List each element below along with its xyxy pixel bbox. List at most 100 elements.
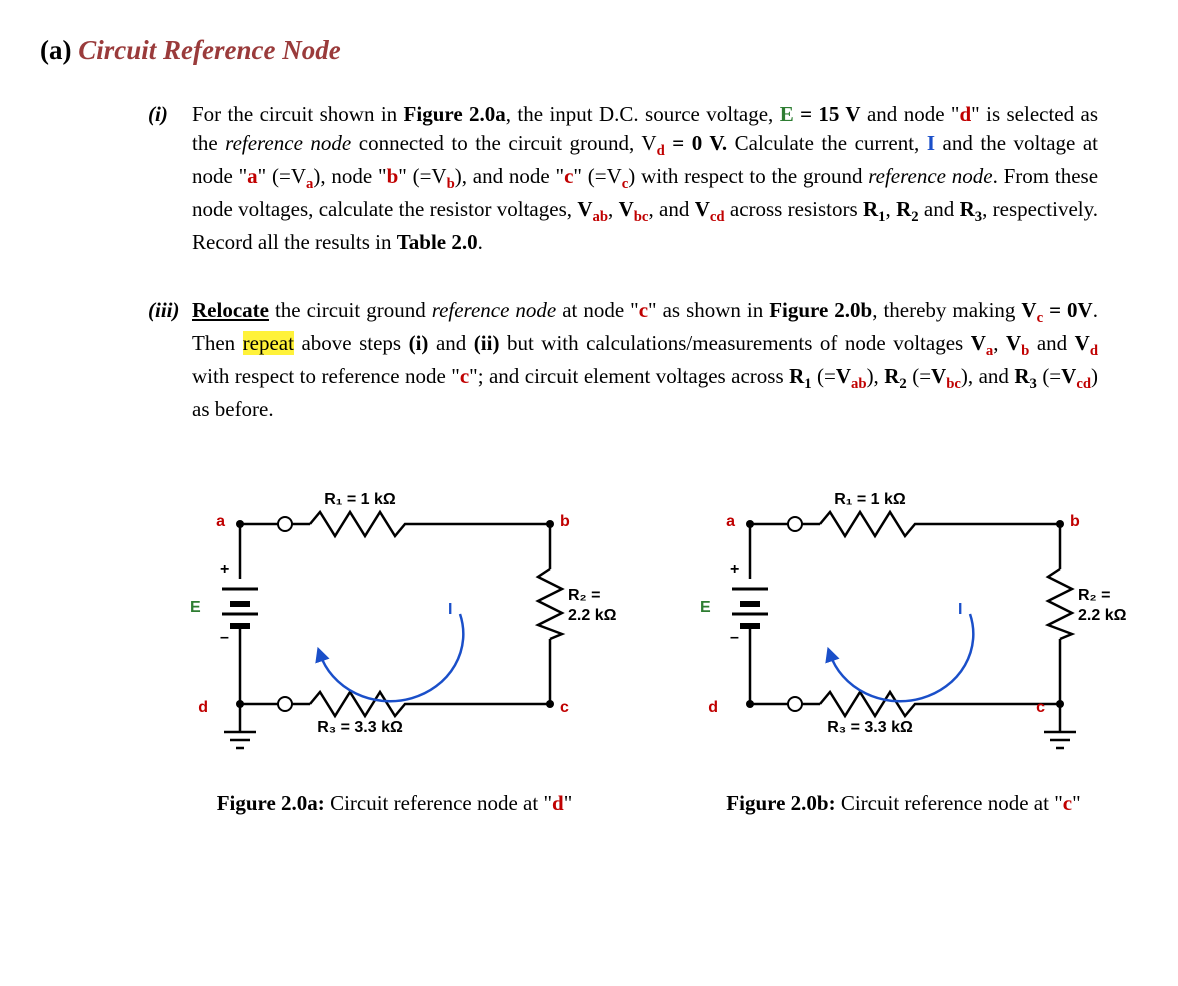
section-title: (a) Circuit Reference Node xyxy=(40,32,1138,68)
node-label-d: d xyxy=(198,699,208,716)
var-V: V xyxy=(931,364,946,388)
text: and xyxy=(1029,331,1074,355)
caption-text: " xyxy=(564,791,573,815)
figure-ref: Figure 2.0a xyxy=(404,102,506,126)
sub-2: 2 xyxy=(911,209,918,225)
text: ), and node " xyxy=(455,164,564,188)
node-d: d xyxy=(959,102,971,126)
captions-row: Figure 2.0a: Circuit reference node at "… xyxy=(160,789,1138,817)
var-V: V xyxy=(1075,331,1090,355)
ref-node-term: reference node xyxy=(868,164,992,188)
minus-sign: – xyxy=(220,629,229,646)
var-V: V xyxy=(1021,298,1036,322)
circuit-diagram-b: a b c d R₁ = 1 kΩ R₂ = 2.2 kΩ R₃ = 3.3 k… xyxy=(670,464,1140,764)
node-label-b: b xyxy=(1070,513,1080,530)
sub-cd: cd xyxy=(1076,376,1091,392)
r1-label: R₁ = 1 kΩ xyxy=(324,491,396,508)
caption-text: Circuit reference node at " xyxy=(325,791,552,815)
text: " (=V xyxy=(258,164,306,188)
current-label: I xyxy=(448,601,452,618)
node-c: c xyxy=(564,164,573,188)
figure-a-caption: Figure 2.0a: Circuit reference node at "… xyxy=(160,789,629,817)
current-label: I xyxy=(958,601,962,618)
text: , xyxy=(608,197,619,221)
text: ), xyxy=(867,364,885,388)
text: and xyxy=(428,331,473,355)
var-E-value: = 15 V xyxy=(794,102,861,126)
r3-label: R₃ = 3.3 kΩ xyxy=(317,719,403,736)
text: , and xyxy=(648,197,694,221)
r1-label: R₁ = 1 kΩ xyxy=(834,491,906,508)
sub-2: 2 xyxy=(899,376,906,392)
text: Calculate the current, xyxy=(727,131,927,155)
r3-label: R₃ = 3.3 kΩ xyxy=(827,719,913,736)
figure-ref: Figure 2.0b xyxy=(769,298,872,322)
para-iii-number: (iii) xyxy=(148,296,192,324)
var-Vc-value: = 0V xyxy=(1043,298,1093,322)
relocate-word: Relocate xyxy=(192,298,269,322)
paragraph-iii: (iii) Relocate the circuit ground refere… xyxy=(148,296,1098,423)
section-text: Circuit Reference Node xyxy=(78,35,340,65)
text: = 0 V. xyxy=(665,131,727,155)
text: , the input D.C. source voltage, xyxy=(506,102,780,126)
caption-text: Circuit reference node at " xyxy=(836,791,1063,815)
para-iii-body: Relocate the circuit ground reference no… xyxy=(192,296,1098,423)
text: with respect to reference node " xyxy=(192,364,460,388)
text: , xyxy=(886,197,897,221)
text: " (=V xyxy=(573,164,621,188)
caption-node: c xyxy=(1063,791,1072,815)
figure-2-0a: a b c d R₁ = 1 kΩ R₂ = 2.2 kΩ R₃ = 3.3 k… xyxy=(160,464,630,771)
source-label-E: E xyxy=(700,599,711,616)
text: , xyxy=(993,331,1006,355)
caption-bold: Figure 2.0a: xyxy=(217,791,325,815)
text: across resistors xyxy=(725,197,863,221)
node-label-a: a xyxy=(216,513,225,530)
node-label-b: b xyxy=(560,513,570,530)
plus-sign: + xyxy=(220,561,229,578)
r2-label-b: 2.2 kΩ xyxy=(1078,607,1127,624)
text: (= xyxy=(1037,364,1061,388)
var-V: V xyxy=(695,197,710,221)
node-a: a xyxy=(247,164,258,188)
var-R: R xyxy=(863,197,878,221)
caption-text: " xyxy=(1072,791,1081,815)
minus-sign: – xyxy=(730,629,739,646)
var-V: V xyxy=(836,364,851,388)
sub-bc: bc xyxy=(634,209,649,225)
text: ) with respect to the ground xyxy=(628,164,868,188)
plus-sign: + xyxy=(730,561,739,578)
caption-node: d xyxy=(552,791,564,815)
para-i-number: (i) xyxy=(148,100,192,128)
var-V: V xyxy=(577,197,592,221)
sub-3: 3 xyxy=(975,209,982,225)
text: (= xyxy=(812,364,836,388)
step-ref-i: (i) xyxy=(409,331,429,355)
text: but with calculations/measurements of no… xyxy=(499,331,970,355)
text: and node " xyxy=(861,102,960,126)
node-c: c xyxy=(460,364,469,388)
text: "; and circuit element voltages across xyxy=(469,364,789,388)
text: , thereby making xyxy=(872,298,1021,322)
text: above steps xyxy=(294,331,409,355)
r2-label-a: R₂ = xyxy=(1078,587,1110,604)
paragraph-i: (i) For the circuit shown in Figure 2.0a… xyxy=(148,100,1098,256)
text: . xyxy=(478,230,483,254)
sub-d: d xyxy=(657,143,665,159)
node-label-a: a xyxy=(726,513,735,530)
r2-label-a: R₂ = xyxy=(568,587,600,604)
var-V: V xyxy=(619,197,634,221)
circuit-diagram-a: a b c d R₁ = 1 kΩ R₂ = 2.2 kΩ R₃ = 3.3 k… xyxy=(160,464,630,764)
var-R: R xyxy=(1014,364,1029,388)
table-ref: Table 2.0 xyxy=(397,230,478,254)
text: the circuit ground xyxy=(269,298,432,322)
var-R: R xyxy=(960,197,975,221)
sub-3: 3 xyxy=(1030,376,1037,392)
text: ), node " xyxy=(313,164,386,188)
para-i-body: For the circuit shown in Figure 2.0a, th… xyxy=(192,100,1098,256)
var-E: E xyxy=(780,102,794,126)
var-R: R xyxy=(789,364,804,388)
node-label-c: c xyxy=(560,699,569,716)
sub-bc: bc xyxy=(946,376,961,392)
caption-bold: Figure 2.0b: xyxy=(726,791,835,815)
sub-ab: ab xyxy=(593,209,609,225)
